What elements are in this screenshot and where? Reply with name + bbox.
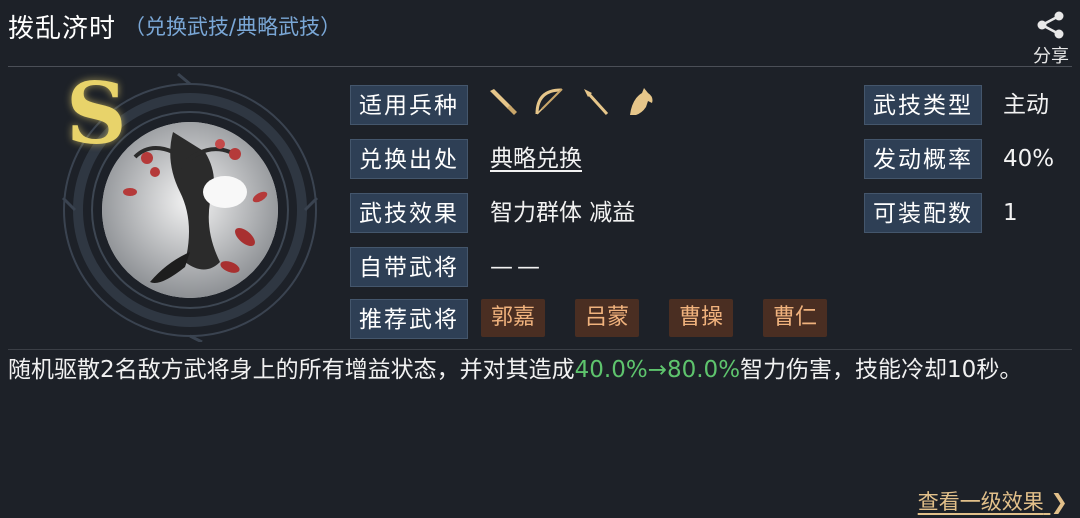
header-divider bbox=[8, 66, 1072, 67]
share-button[interactable]: 分享 bbox=[1028, 10, 1074, 68]
bow-icon bbox=[532, 85, 566, 119]
own-general-value: —— bbox=[490, 254, 544, 280]
label-own-general: 自带武将 bbox=[350, 247, 468, 287]
equip-count-value: 1 bbox=[1003, 200, 1018, 226]
effect-value: 智力群体 减益 bbox=[490, 200, 636, 226]
label-trigger-rate: 发动概率 bbox=[864, 139, 982, 179]
recommended-general-tag[interactable]: 郭嘉 bbox=[481, 299, 546, 337]
skill-subtitle: （兑换武技/典略武技） bbox=[124, 15, 342, 39]
trigger-rate-value: 40% bbox=[1003, 146, 1055, 172]
header: 拨乱济时 （兑换武技/典略武技） bbox=[8, 6, 341, 46]
skill-type-value: 主动 bbox=[1003, 92, 1049, 118]
recommended-general-tag[interactable]: 吕蒙 bbox=[575, 299, 640, 337]
section-divider bbox=[8, 349, 1072, 350]
view-level-one-effect-label: 查看一级效果 bbox=[917, 490, 1044, 514]
label-recommended: 推荐武将 bbox=[350, 299, 468, 339]
chevron-right-icon: ❯ bbox=[1050, 490, 1068, 514]
recommended-general-tag[interactable]: 曹仁 bbox=[763, 299, 828, 337]
description-text-end: 智力伤害，技能冷却10秒。 bbox=[740, 357, 1023, 383]
label-source: 兑换出处 bbox=[350, 139, 468, 179]
label-troop-types: 适用兵种 bbox=[350, 85, 468, 125]
view-level-one-effect-link[interactable]: 查看一级效果 ❯ bbox=[918, 486, 1068, 516]
description-text: 随机驱散2名敌方武将身上的所有增益状态，并对其造成 bbox=[8, 357, 575, 383]
recommended-general-tag[interactable]: 曹操 bbox=[669, 299, 734, 337]
source-link[interactable]: 典略兑换 bbox=[490, 139, 582, 179]
horse-icon bbox=[624, 85, 658, 119]
skill-title: 拨乱济时 bbox=[8, 13, 117, 44]
share-label: 分享 bbox=[1033, 46, 1069, 67]
label-equip-count: 可装配数 bbox=[864, 193, 982, 233]
label-skill-type: 武技类型 bbox=[864, 85, 982, 125]
sword-icon bbox=[486, 85, 520, 119]
skill-grade: S bbox=[66, 64, 127, 163]
troop-type-icons bbox=[486, 85, 658, 119]
share-icon bbox=[1037, 11, 1064, 39]
damage-ratio: 40.0%→80.0% bbox=[574, 357, 741, 383]
spear-icon bbox=[578, 85, 612, 119]
label-effect: 武技效果 bbox=[350, 193, 468, 233]
skill-description: 随机驱散2名敌方武将身上的所有增益状态，并对其造成40.0%→80.0%智力伤害… bbox=[8, 352, 1068, 388]
